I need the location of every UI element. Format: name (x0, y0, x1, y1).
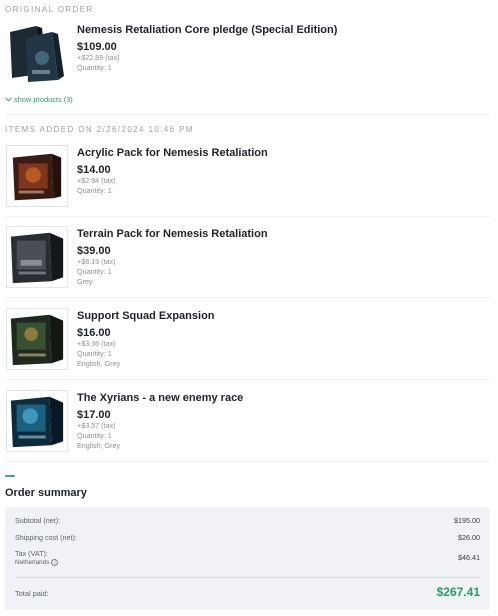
product-quantity: Quantity: 1 (77, 349, 112, 358)
tax-label: Tax (VAT): (15, 549, 48, 558)
product-price: $14.00 (77, 164, 111, 176)
product-name: The Xyrians - a new enemy race (77, 392, 244, 404)
product-image[interactable] (6, 226, 68, 288)
order-summary-title: Order summary (5, 487, 87, 499)
shipping-value: $26.00 (458, 533, 480, 542)
product-tax: +$22.89 (tax) (77, 53, 120, 62)
product-quantity: Quantity: 1 (77, 63, 112, 72)
product-tax: +$8.19 (tax) (77, 257, 116, 266)
subtotal-value: $195.00 (454, 516, 480, 525)
product-name: Terrain Pack for Nemesis Retaliation (77, 228, 268, 240)
tax-country-label: Netherlands (15, 559, 50, 567)
product-variant: Grey (77, 277, 93, 286)
product-name: Acrylic Pack for Nemesis Retaliation (77, 147, 268, 159)
order-summary-box: Subtotal (net): $195.00 Shipping cost (n… (5, 507, 490, 610)
divider (5, 114, 490, 115)
product-quantity: Quantity: 1 (77, 431, 112, 440)
product-variant: English, Grey (77, 441, 121, 450)
divider (5, 379, 490, 380)
product-image[interactable] (6, 145, 68, 207)
product-quantity: Quantity: 1 (77, 186, 112, 195)
shipping-row: Shipping cost (net): $26.00 (15, 533, 480, 542)
divider (5, 461, 490, 462)
product-price: $109.00 (77, 41, 117, 53)
product-tax: +$3.36 (tax) (77, 339, 116, 348)
total-value: $267.41 (436, 585, 480, 599)
show-products-toggle[interactable]: show products (3) (5, 95, 73, 104)
tax-row: Tax (VAT): Netherlands i $46.41 (15, 549, 480, 566)
product-name: Nemesis Retaliation Core pledge (Special… (77, 24, 338, 36)
total-label: Total paid: (15, 589, 49, 598)
info-icon[interactable]: i (51, 559, 59, 566)
product-image[interactable] (6, 308, 68, 370)
divider (5, 216, 490, 217)
product-price: $39.00 (77, 245, 111, 257)
subtotal-label: Subtotal (net): (15, 516, 61, 525)
summary-divider (15, 577, 480, 578)
show-products-label: show products (3) (14, 95, 73, 104)
divider (5, 297, 490, 298)
product-name: Support Squad Expansion (77, 310, 215, 322)
original-order-label: ORIGINAL ORDER (5, 5, 94, 14)
tax-country: Netherlands i (15, 559, 480, 566)
items-added-label: ITEMS ADDED ON 2/26/2024 10:46 PM (5, 125, 194, 134)
product-tax: +$3.57 (tax) (77, 421, 116, 430)
product-image[interactable] (6, 390, 68, 452)
product-price: $17.00 (77, 409, 111, 421)
shipping-label: Shipping cost (net): (15, 533, 77, 542)
product-quantity: Quantity: 1 (77, 267, 112, 276)
product-tax: +$2.94 (tax) (77, 176, 116, 185)
product-variant: English, Grey (77, 359, 121, 368)
summary-accent-bar (5, 475, 15, 477)
subtotal-row: Subtotal (net): $195.00 (15, 516, 480, 525)
product-price: $16.00 (77, 327, 111, 339)
tax-value: $46.41 (458, 553, 480, 562)
product-image[interactable] (6, 22, 68, 84)
chevron-down-icon (5, 97, 12, 102)
